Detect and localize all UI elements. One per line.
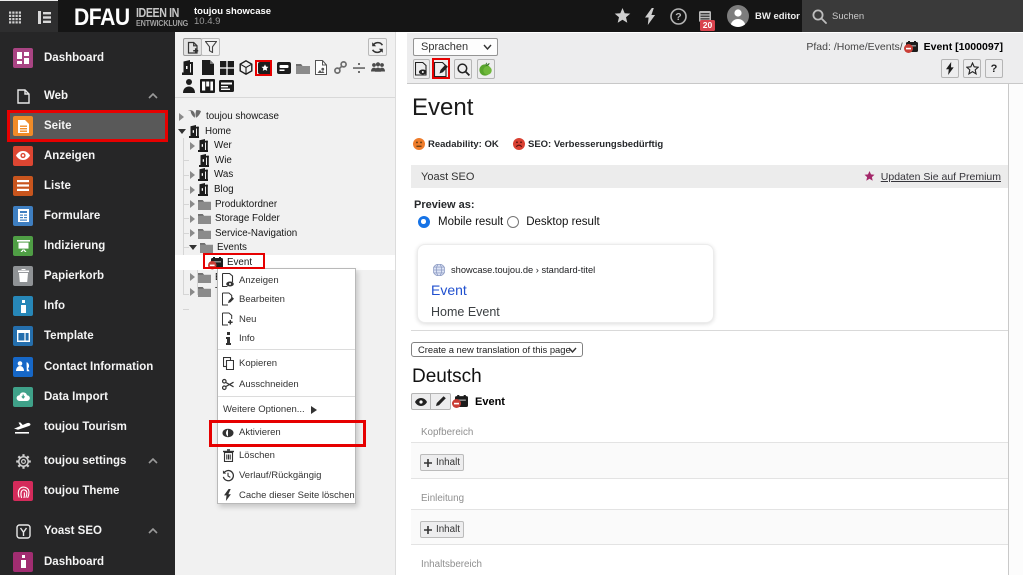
svg-text:?: ? [675,11,681,23]
